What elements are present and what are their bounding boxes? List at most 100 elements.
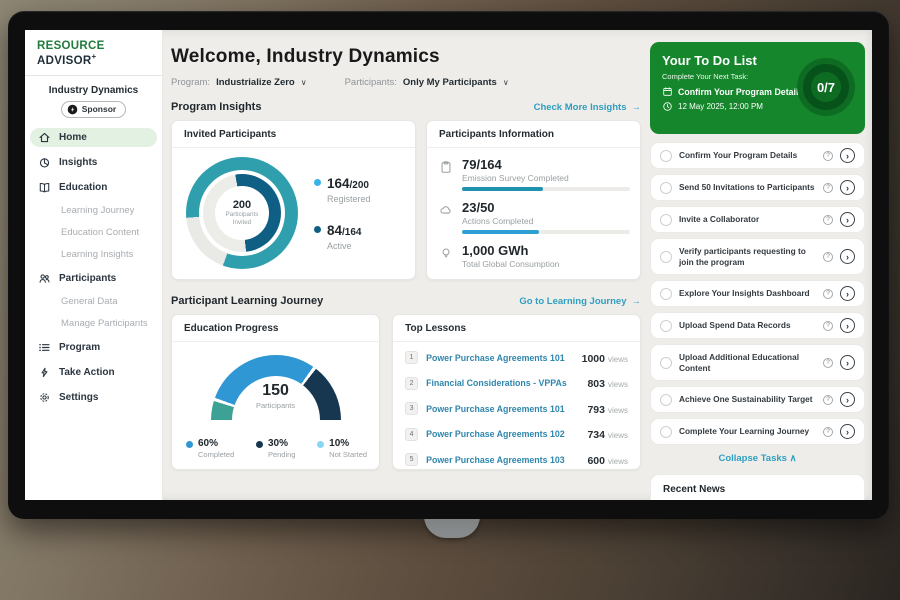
lesson-rank: 5	[405, 453, 418, 466]
task-checkbox[interactable]	[660, 182, 672, 194]
task-label: Confirm Your Program Details	[679, 146, 816, 165]
legend-value: 60%	[198, 438, 234, 449]
legend-denominator: /200	[350, 180, 369, 191]
lesson-link[interactable]: Power Purchase Agreements 102	[426, 429, 579, 439]
help-icon[interactable]: ?	[823, 289, 833, 299]
program-dropdown[interactable]: Industrialize Zero	[216, 77, 295, 88]
task-label: Explore Your Insights Dashboard	[679, 284, 816, 303]
task-row[interactable]: Achieve One Sustainability Target ? ›	[650, 386, 865, 413]
legend-value: 84	[327, 223, 342, 238]
lesson-rank: 3	[405, 402, 418, 415]
sidebar-item-manage-participants[interactable]: Manage Participants	[30, 316, 157, 332]
sidebar-item-home[interactable]: Home	[30, 128, 157, 147]
lesson-link[interactable]: Power Purchase Agreements 101	[426, 404, 579, 414]
main-content: Welcome, Industry Dynamics Program: Indu…	[171, 30, 641, 470]
sidebar-item-education[interactable]: Education	[30, 178, 157, 197]
chevron-down-icon[interactable]: ∨	[503, 78, 509, 87]
participants-dropdown[interactable]: Only My Participants	[403, 77, 497, 88]
help-icon[interactable]: ?	[823, 395, 833, 405]
sidebar-item-learning-insights[interactable]: Learning Insights	[30, 247, 157, 263]
lesson-link[interactable]: Financial Considerations - VPPAs	[426, 378, 579, 388]
sidebar-item-general-data[interactable]: General Data	[30, 294, 157, 310]
chevron-right-icon[interactable]: ›	[840, 180, 855, 195]
stat-value: 23/50	[462, 200, 630, 215]
help-icon[interactable]: ?	[823, 358, 833, 368]
sidebar-item-label: Learning Journey	[61, 205, 134, 216]
lesson-row: 2 Financial Considerations - VPPAs 803vi…	[405, 371, 628, 397]
legend-item-registered: 164/200 Registered	[314, 175, 371, 204]
lesson-link[interactable]: Power Purchase Agreements 101	[426, 353, 574, 363]
help-icon[interactable]: ?	[823, 183, 833, 193]
sidebar-item-take-action[interactable]: Take Action	[30, 363, 157, 382]
task-checkbox[interactable]	[660, 251, 672, 263]
sidebar-item-education-content[interactable]: Education Content	[30, 225, 157, 241]
chevron-right-icon[interactable]: ›	[840, 148, 855, 163]
task-checkbox[interactable]	[660, 394, 672, 406]
todo-rail: Your To Do List Complete Your Next Task:…	[650, 30, 865, 500]
task-row[interactable]: Verify participants requesting to join t…	[650, 238, 865, 275]
task-checkbox[interactable]	[660, 214, 672, 226]
lesson-views-suffix: views	[608, 431, 628, 440]
lesson-views-suffix: views	[608, 406, 628, 415]
sidebar-item-learning-journey[interactable]: Learning Journey	[30, 203, 157, 219]
help-icon[interactable]: ?	[823, 252, 833, 262]
sidebar-item-participants[interactable]: Participants	[30, 269, 157, 288]
todo-next-task-label: Confirm Your Program Details	[678, 87, 803, 97]
education-progress-card: Education Progress 150 Participants	[171, 314, 380, 470]
stat-global-consumption: 1,000 GWh Total Global Consumption	[427, 234, 640, 273]
chevron-right-icon[interactable]: ›	[840, 318, 855, 333]
sidebar-item-insights[interactable]: Insights	[30, 153, 157, 172]
task-checkbox[interactable]	[660, 320, 672, 332]
task-label: Verify participants requesting to join t…	[679, 242, 816, 272]
home-icon	[38, 131, 51, 144]
legend-dot	[256, 441, 263, 448]
task-checkbox[interactable]	[660, 357, 672, 369]
stat-label: Total Global Consumption	[462, 259, 559, 269]
task-label: Upload Spend Data Records	[679, 316, 816, 335]
legend-item-pending: 30% Pending	[256, 438, 296, 459]
progress-bar	[462, 230, 630, 234]
chevron-right-icon[interactable]: ›	[840, 212, 855, 227]
task-row[interactable]: Confirm Your Program Details ? ›	[650, 142, 865, 169]
task-checkbox[interactable]	[660, 426, 672, 438]
chevron-down-icon[interactable]: ∨	[301, 78, 307, 87]
task-row[interactable]: Send 50 Invitations to Participants ? ›	[650, 174, 865, 201]
section-title: Participant Learning Journey	[171, 295, 323, 307]
task-checkbox[interactable]	[660, 150, 672, 162]
help-icon[interactable]: ?	[823, 151, 833, 161]
sidebar-item-program[interactable]: Program	[30, 338, 157, 357]
help-icon[interactable]: ?	[823, 215, 833, 225]
sponsor-badge-label: Sponsor	[82, 104, 116, 114]
chevron-right-icon[interactable]: ›	[840, 424, 855, 439]
link-label: Check More Insights	[534, 102, 627, 113]
lesson-views-suffix: views	[608, 355, 628, 364]
clipboard-icon	[439, 160, 453, 174]
todo-task-list: Confirm Your Program Details ? › Send 50…	[650, 142, 865, 445]
org-name: Industry Dynamics	[25, 85, 162, 96]
participants-icon	[38, 272, 51, 285]
lesson-link[interactable]: Power Purchase Agreements 103	[426, 455, 579, 465]
donut-center-value: 200	[233, 199, 251, 211]
lesson-views: 600	[587, 455, 605, 467]
sponsor-badge: Sponsor	[61, 101, 126, 118]
help-icon[interactable]: ?	[823, 427, 833, 437]
collapse-tasks-link[interactable]: Collapse Tasks ∧	[650, 453, 865, 464]
arrow-right-icon: →	[632, 296, 642, 307]
task-row[interactable]: Upload Additional Educational Content ? …	[650, 344, 865, 381]
task-checkbox[interactable]	[660, 288, 672, 300]
task-row[interactable]: Complete Your Learning Journey ? ›	[650, 418, 865, 445]
legend-label: Not Started	[329, 450, 367, 459]
chevron-right-icon[interactable]: ›	[840, 355, 855, 370]
sidebar-item-settings[interactable]: Settings	[30, 388, 157, 407]
task-row[interactable]: Invite a Collaborator ? ›	[650, 206, 865, 233]
check-more-insights-link[interactable]: Check More Insights →	[534, 102, 641, 113]
chevron-right-icon[interactable]: ›	[840, 286, 855, 301]
chevron-right-icon[interactable]: ›	[840, 249, 855, 264]
chevron-right-icon[interactable]: ›	[840, 392, 855, 407]
top-lessons-list: 1 Power Purchase Agreements 101 1000view…	[393, 342, 640, 473]
task-row[interactable]: Explore Your Insights Dashboard ? ›	[650, 280, 865, 307]
go-to-learning-journey-link[interactable]: Go to Learning Journey →	[519, 296, 641, 307]
task-row[interactable]: Upload Spend Data Records ? ›	[650, 312, 865, 339]
lesson-row: 3 Power Purchase Agreements 101 793views	[405, 396, 628, 422]
help-icon[interactable]: ?	[823, 321, 833, 331]
